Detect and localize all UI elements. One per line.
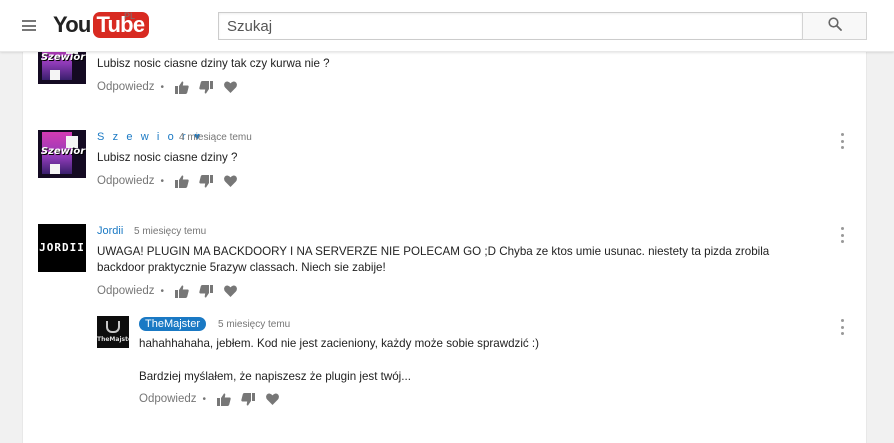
comment-time[interactable]: 4 miesiące temu xyxy=(179,132,252,143)
thumbs-down-icon[interactable] xyxy=(240,391,256,407)
separator-dot: • xyxy=(160,285,165,297)
comment-author[interactable]: Jordii xyxy=(97,225,123,237)
comment-author[interactable]: TheMajster xyxy=(139,317,207,331)
reply-button[interactable]: Odpowiedz xyxy=(97,285,155,297)
thumbs-down-icon[interactable] xyxy=(198,79,214,95)
comment-text: UWAGA! PLUGIN MA BACKDOORY I NA SERVERZE… xyxy=(97,245,770,274)
search-bar xyxy=(218,12,867,40)
thumbs-up-icon[interactable] xyxy=(174,79,190,95)
comment-text: Lubisz nosic ciasne dziny tak czy kurwa … xyxy=(97,57,330,70)
search-icon xyxy=(827,16,842,36)
thumbs-down-icon[interactable] xyxy=(198,173,214,189)
more-vertical-icon[interactable] xyxy=(839,227,845,243)
avatar[interactable]: JORDII xyxy=(38,224,86,272)
comment-text-line: Bardziej myślałem, że napiszesz że plugi… xyxy=(139,370,411,383)
heart-icon[interactable] xyxy=(222,173,238,189)
comment-time[interactable]: 5 miesięcy temu xyxy=(218,319,290,330)
logo-text-tube: Tube xyxy=(92,12,150,38)
avatar-label: Szewior xyxy=(40,146,86,157)
avatar-label: Szewior xyxy=(40,52,86,63)
logo-text-you: You xyxy=(53,12,91,37)
separator-dot: • xyxy=(160,175,165,187)
reply-button[interactable]: Odpowiedz xyxy=(97,81,155,93)
heart-icon[interactable] xyxy=(222,283,238,299)
separator-dot: • xyxy=(202,393,207,405)
comment-actions: Odpowiedz • xyxy=(139,391,288,407)
reply-button[interactable]: Odpowiedz xyxy=(97,175,155,187)
avatar-label: TheMajster xyxy=(97,336,129,343)
more-vertical-icon[interactable] xyxy=(839,133,845,149)
search-button[interactable] xyxy=(802,12,867,40)
comment-actions: Odpowiedz • xyxy=(97,283,246,299)
more-vertical-icon[interactable] xyxy=(839,319,845,335)
comment-text-line: hahahhahaha, jebłem. Kod nie jest zacien… xyxy=(139,337,539,350)
logo-country-code: PL xyxy=(124,11,136,21)
thumbs-up-icon[interactable] xyxy=(174,283,190,299)
top-bar: You Tube PL xyxy=(0,0,894,52)
heart-icon[interactable] xyxy=(264,391,280,407)
search-input[interactable] xyxy=(218,12,802,40)
menu-icon[interactable] xyxy=(22,20,36,31)
separator-dot: • xyxy=(160,81,165,93)
thumbs-up-icon[interactable] xyxy=(216,391,232,407)
thumbs-down-icon[interactable] xyxy=(198,283,214,299)
comment-time[interactable]: 5 miesięcy temu xyxy=(134,226,206,237)
comments-panel: Szewior Lubisz nosic ciasne dziny tak cz… xyxy=(22,0,867,443)
avatar[interactable]: TheMajster xyxy=(97,316,129,348)
avatar-label: JORDII xyxy=(39,241,85,254)
comment-text: Lubisz nosic ciasne dziny ? xyxy=(97,151,238,164)
youtube-logo[interactable]: You Tube PL xyxy=(53,11,150,38)
comment-actions: Odpowiedz • xyxy=(97,173,246,189)
thumbs-up-icon[interactable] xyxy=(174,173,190,189)
reply-button[interactable]: Odpowiedz xyxy=(139,393,197,405)
avatar[interactable]: Szewior xyxy=(38,130,86,178)
heart-icon[interactable] xyxy=(222,79,238,95)
comment-actions: Odpowiedz • xyxy=(97,79,246,95)
